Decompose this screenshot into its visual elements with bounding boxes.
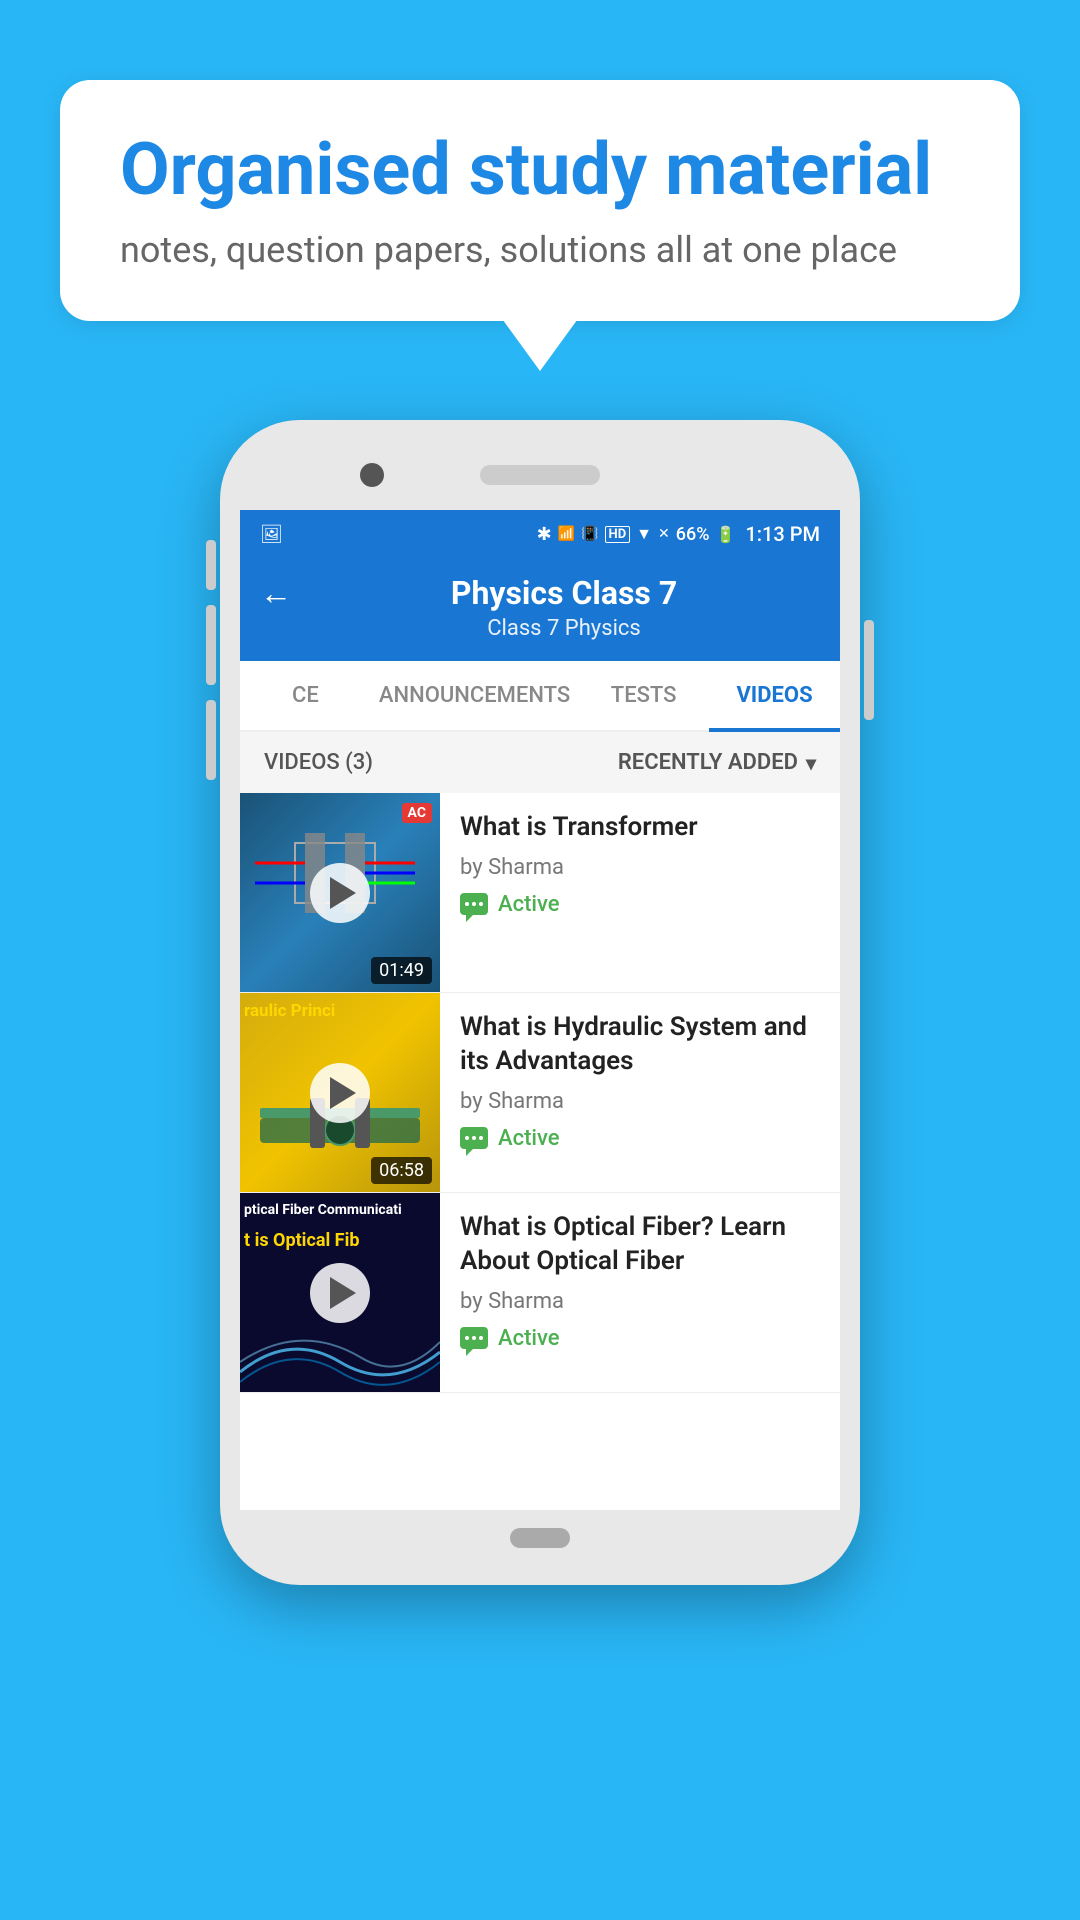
filter-bar: VIDEOS (3) RECENTLY ADDED ▾ — [240, 732, 840, 793]
video-title-1: What is Transformer — [460, 811, 820, 845]
signal-icon: 📶 — [558, 526, 575, 542]
speaker — [480, 465, 600, 485]
camera — [360, 463, 384, 487]
signal-x-icon: ✕ — [658, 526, 670, 542]
app-bar-title: Physics Class 7 — [308, 574, 820, 612]
speech-bubble: Organised study material notes, question… — [60, 80, 1020, 321]
battery-icon: 🔋 — [715, 525, 735, 544]
battery-label: 66% — [676, 524, 710, 545]
vibrate-icon: 📳 — [581, 526, 598, 542]
tab-ce[interactable]: CE — [240, 661, 371, 730]
phone-mockup: 🖼 ✱ 📶 📳 HD ▼ ✕ 66% 🔋 1:13 PM — [220, 420, 860, 1585]
wifi-icon: ▼ — [636, 524, 652, 544]
home-button — [510, 1528, 570, 1548]
tab-videos[interactable]: VIDEOS — [709, 661, 840, 730]
video-author-1: by Sharma — [460, 855, 820, 880]
sort-label: RECENTLY ADDED — [618, 750, 798, 775]
optical-thumb-text: ptical Fiber Communicati — [244, 1201, 436, 1219]
phone-hardware-top — [240, 440, 840, 510]
video-title-3: What is Optical Fiber? Learn About Optic… — [460, 1211, 820, 1279]
video-item-2[interactable]: raulic Princi — [240, 993, 840, 1193]
tab-tests[interactable]: TESTS — [578, 661, 709, 730]
bubble-title: Organised study material — [120, 130, 960, 209]
chat-icon-1 — [460, 893, 488, 915]
bluetooth-icon: ✱ — [537, 524, 552, 545]
status-bar: 🖼 ✱ 📶 📳 HD ▼ ✕ 66% 🔋 1:13 PM — [240, 510, 840, 558]
phone-hardware-bottom — [240, 1510, 840, 1565]
chat-icon-2 — [460, 1127, 488, 1149]
video-author-2: by Sharma — [460, 1089, 820, 1114]
video-info-1: What is Transformer by Sharma — [440, 793, 840, 992]
chat-icon-3 — [460, 1327, 488, 1349]
phone-screen: 🖼 ✱ 📶 📳 HD ▼ ✕ 66% 🔋 1:13 PM — [240, 510, 840, 1510]
sort-button[interactable]: RECENTLY ADDED ▾ — [618, 750, 816, 775]
video-count-label: VIDEOS (3) — [264, 750, 373, 775]
active-label-3: Active — [498, 1326, 560, 1351]
video-thumbnail-1: AC 01:49 — [240, 793, 440, 992]
breadcrumb: Class 7 Physics — [260, 616, 820, 641]
chevron-down-icon: ▾ — [806, 751, 816, 775]
duration-1: 01:49 — [371, 957, 432, 984]
bubble-subtitle: notes, question papers, solutions all at… — [120, 229, 960, 271]
video-status-1: Active — [460, 892, 820, 917]
app-bar: ← Physics Class 7 Class 7 Physics — [240, 558, 840, 661]
video-title-2: What is Hydraulic System and its Advanta… — [460, 1011, 820, 1079]
tab-bar: CE ANNOUNCEMENTS TESTS VIDEOS — [240, 661, 840, 732]
top-section: Organised study material notes, question… — [0, 0, 1080, 321]
hd-badge: HD — [605, 526, 631, 543]
optical-thumb-text2: t is Optical Fib — [244, 1229, 359, 1252]
video-info-2: What is Hydraulic System and its Advanta… — [440, 993, 840, 1192]
video-item-3[interactable]: ptical Fiber Communicati t is Optical Fi… — [240, 1193, 840, 1393]
duration-2: 06:58 — [371, 1157, 432, 1184]
video-list: AC 01:49 What is Transformer by Sharma — [240, 793, 840, 1393]
video-item-1[interactable]: AC 01:49 What is Transformer by Sharma — [240, 793, 840, 993]
video-info-3: What is Optical Fiber? Learn About Optic… — [440, 1193, 840, 1392]
back-button[interactable]: ← — [260, 574, 292, 612]
play-button-2[interactable] — [310, 1063, 370, 1123]
video-status-3: Active — [460, 1326, 820, 1351]
time-label: 1:13 PM — [745, 522, 820, 546]
video-thumbnail-3: ptical Fiber Communicati t is Optical Fi… — [240, 1193, 440, 1392]
active-label-2: Active — [498, 1126, 560, 1151]
active-label-1: Active — [498, 892, 560, 917]
tab-announcements[interactable]: ANNOUNCEMENTS — [371, 661, 578, 730]
hydraulic-thumb-text: raulic Princi — [244, 1001, 436, 1021]
video-thumbnail-2: raulic Princi — [240, 993, 440, 1192]
video-status-2: Active — [460, 1126, 820, 1151]
video-author-3: by Sharma — [460, 1289, 820, 1314]
play-button-1[interactable] — [310, 863, 370, 923]
play-button-3[interactable] — [310, 1263, 370, 1323]
